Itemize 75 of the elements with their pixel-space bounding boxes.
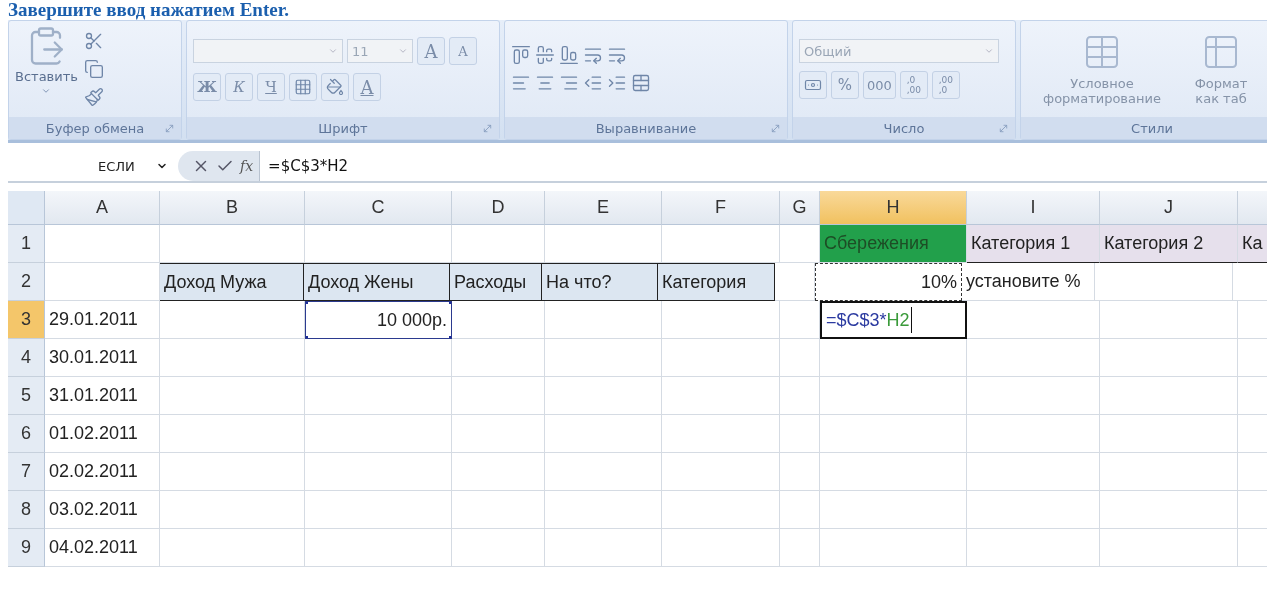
- merge-cells-icon[interactable]: [631, 73, 651, 93]
- align-top-icon[interactable]: [511, 45, 531, 65]
- table-cell: [780, 301, 820, 339]
- row-header[interactable]: 6: [8, 415, 45, 453]
- row-header[interactable]: 4: [8, 339, 45, 377]
- scissors-icon[interactable]: [83, 31, 104, 51]
- formula-field[interactable]: =$C$3*H2: [260, 157, 1267, 175]
- column-header[interactable]: C: [305, 191, 452, 225]
- instruction-heading: Завершите ввод нажатием Enter.: [7, 0, 291, 20]
- row-header[interactable]: 1: [8, 225, 45, 263]
- column-header[interactable]: A: [45, 191, 160, 225]
- row-header[interactable]: 5: [8, 377, 45, 415]
- row-header[interactable]: 7: [8, 453, 45, 491]
- table-cell: [780, 529, 820, 567]
- column-header[interactable]: I: [967, 191, 1100, 225]
- column-header-cell: Доход Мужа: [159, 263, 304, 301]
- column-header-cell: Категория 1: [967, 225, 1100, 263]
- paste-button[interactable]: Вставить: [15, 25, 78, 113]
- name-box[interactable]: ЕСЛИ: [8, 158, 178, 174]
- row-header[interactable]: 9: [8, 529, 45, 567]
- group-label: Число: [883, 120, 925, 136]
- column-header[interactable]: F: [662, 191, 780, 225]
- row-header[interactable]: 2: [8, 263, 45, 301]
- table-cell: [780, 453, 820, 491]
- table-cell: [780, 491, 820, 529]
- copy-icon[interactable]: [83, 59, 104, 79]
- referenced-cell: 10%: [815, 263, 962, 301]
- column-header-cell: Категория: [657, 263, 775, 301]
- column-header-cell: Ка: [1238, 225, 1267, 263]
- table-cell: 31.01.2011: [45, 377, 160, 415]
- table-cell: [780, 415, 820, 453]
- column-header[interactable]: B: [160, 191, 305, 225]
- row-header[interactable]: 8: [8, 491, 45, 529]
- table-cell: 02.02.2011: [45, 453, 160, 491]
- column-header[interactable]: G: [780, 191, 820, 225]
- column-header-cell: Доход Жены: [303, 263, 450, 301]
- column-header[interactable]: J: [1100, 191, 1238, 225]
- formula-input-cell[interactable]: =$C$3*H2: [820, 301, 967, 339]
- align-middle-icon[interactable]: [535, 45, 555, 65]
- table-cell: 29.01.2011: [45, 301, 160, 339]
- font-name-field[interactable]: [193, 39, 343, 63]
- paint-bucket-icon: [326, 78, 344, 96]
- column-header[interactable]: E: [545, 191, 662, 225]
- align-bottom-icon[interactable]: [559, 45, 579, 65]
- paintbrush-icon[interactable]: [83, 87, 104, 107]
- column-header[interactable]: H: [820, 191, 967, 225]
- dialog-launcher-icon[interactable]: [482, 122, 493, 134]
- dialog-launcher-icon[interactable]: [164, 122, 175, 134]
- group-label: Шрифт: [318, 120, 368, 136]
- fill-color-button[interactable]: [321, 73, 349, 101]
- column-header-cell: Сбережения: [820, 225, 967, 263]
- accounting-format-button[interactable]: [799, 71, 827, 99]
- column-header-cell: На что?: [541, 263, 658, 301]
- column-header-cell: Расходы: [449, 263, 542, 301]
- table-cell: установите %: [962, 263, 1095, 301]
- insert-function-button[interactable]: fx: [240, 158, 254, 174]
- table-cell: [780, 339, 820, 377]
- group-label: Буфер обмена: [45, 120, 145, 136]
- borders-button[interactable]: [289, 73, 317, 101]
- group-label: Выравнивание: [595, 120, 697, 136]
- dialog-launcher-icon[interactable]: [770, 122, 781, 134]
- column-header-cell: Категория 2: [1100, 225, 1238, 263]
- referenced-cell: 10 000р.: [305, 301, 452, 339]
- table-cell: 30.01.2011: [45, 339, 160, 377]
- table-cell: 03.02.2011: [45, 491, 160, 529]
- table-cell: [780, 377, 820, 415]
- table-cell: 01.02.2011: [45, 415, 160, 453]
- grid-icon: [294, 78, 312, 96]
- column-header[interactable]: D: [452, 191, 545, 225]
- table-cell: 04.02.2011: [45, 529, 160, 567]
- table-cell: [775, 263, 815, 301]
- dialog-launcher-icon[interactable]: [998, 122, 1009, 134]
- select-all-corner[interactable]: [8, 191, 45, 225]
- row-header[interactable]: 3: [8, 301, 45, 339]
- group-label: Стили: [1131, 120, 1173, 136]
